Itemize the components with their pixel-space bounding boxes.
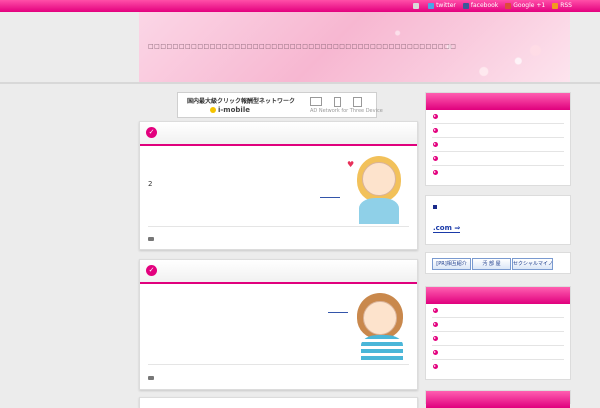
facebook-label: facebook bbox=[470, 2, 499, 9]
twitter-icon bbox=[428, 3, 435, 9]
banner-link[interactable]: 汚 部 屋 bbox=[472, 258, 511, 270]
post-header[interactable]: ✓ bbox=[140, 122, 417, 146]
arrow-bullet-icon bbox=[433, 336, 438, 341]
folder-icon[interactable] bbox=[148, 237, 154, 241]
post-card: ✓ bbox=[139, 259, 418, 390]
banner-row: [PR]相互紹介 汚 部 屋 セクシャルマイノリティ bbox=[425, 252, 571, 274]
widget-header bbox=[426, 93, 570, 110]
monitor-icon bbox=[310, 97, 322, 106]
heart-icon: ♥ bbox=[347, 160, 355, 169]
google-plus-link[interactable]: Google +1 bbox=[505, 0, 545, 12]
banner-link[interactable]: セクシャルマイノリティ bbox=[512, 258, 553, 270]
top-bar: twitter facebook Google +1 RSS bbox=[0, 0, 600, 12]
ad-subtitle: AD Network for Three Device bbox=[310, 108, 383, 114]
facebook-icon bbox=[462, 3, 469, 9]
mail-link[interactable] bbox=[413, 3, 421, 9]
facebook-link[interactable]: facebook bbox=[462, 0, 499, 12]
list-item[interactable] bbox=[432, 304, 564, 318]
post-footer bbox=[148, 226, 409, 249]
girl-illustration: ♥ bbox=[347, 154, 409, 224]
list-item[interactable] bbox=[432, 166, 564, 179]
list-item[interactable] bbox=[432, 346, 564, 360]
post-link[interactable] bbox=[320, 197, 340, 198]
social-links: twitter facebook Google +1 RSS bbox=[409, 0, 572, 12]
folder-icon[interactable] bbox=[148, 376, 154, 380]
arrow-bullet-icon bbox=[433, 114, 438, 119]
post-card bbox=[139, 397, 418, 408]
google-plus-icon bbox=[505, 3, 512, 9]
arrow-bullet-icon bbox=[433, 128, 438, 133]
arrow-bullet-icon bbox=[433, 322, 438, 327]
list-item[interactable] bbox=[432, 138, 564, 152]
check-icon: ✓ bbox=[146, 265, 157, 276]
site-header[interactable]: □□□□□□□□□□□□□□□□□□□□□□□□□□□□□□□□□□□□□□□□… bbox=[139, 12, 570, 83]
arrow-bullet-icon bbox=[433, 170, 438, 175]
list-item[interactable] bbox=[432, 152, 564, 166]
google-plus-label: Google +1 bbox=[513, 2, 546, 9]
arrow-bullet-icon bbox=[433, 350, 438, 355]
post-header[interactable]: ✓ bbox=[140, 260, 417, 284]
list-item[interactable] bbox=[432, 124, 564, 138]
twitter-link[interactable]: twitter bbox=[428, 0, 456, 12]
rss-link[interactable]: RSS bbox=[552, 0, 572, 12]
post-card: ✓ 2 ♥ bbox=[139, 121, 418, 250]
post-footer bbox=[148, 364, 409, 387]
tablet-icon bbox=[353, 97, 362, 107]
arrow-bullet-icon bbox=[433, 364, 438, 369]
list-item[interactable] bbox=[432, 360, 564, 373]
ad-brand: i-mobile bbox=[210, 106, 250, 114]
phone-icon bbox=[334, 97, 341, 107]
sidebar-widget bbox=[425, 390, 571, 408]
mail-icon bbox=[413, 3, 420, 9]
sidebar-widget-links: .com ⇒ bbox=[425, 195, 571, 245]
ad-banner[interactable]: 国内最大級クリック報酬型ネットワーク i-mobile AD Network f… bbox=[177, 92, 383, 118]
list-item[interactable] bbox=[432, 332, 564, 346]
post-text: 2 bbox=[148, 180, 153, 188]
twitter-label: twitter bbox=[436, 2, 456, 9]
rss-icon bbox=[552, 3, 559, 9]
sidebar-widget bbox=[425, 92, 571, 186]
sidebar-widget bbox=[425, 286, 571, 380]
arrow-bullet-icon bbox=[433, 156, 438, 161]
site-link[interactable]: .com ⇒ bbox=[433, 224, 461, 233]
site-description: □□□□□□□□□□□□□□□□□□□□□□□□□□□□□□□□□□□□□□□□… bbox=[148, 43, 457, 50]
arrow-bullet-icon bbox=[433, 142, 438, 147]
widget-header bbox=[426, 287, 570, 304]
rss-label: RSS bbox=[560, 2, 572, 9]
check-icon: ✓ bbox=[146, 127, 157, 138]
ad-title: 国内最大級クリック報酬型ネットワーク bbox=[187, 98, 296, 105]
banner-link[interactable]: [PR]相互紹介 bbox=[432, 258, 471, 270]
girl-illustration bbox=[351, 291, 411, 361]
widget-list bbox=[426, 304, 570, 373]
arrow-bullet-icon bbox=[433, 308, 438, 313]
post-link[interactable] bbox=[328, 312, 348, 313]
square-icon bbox=[433, 205, 437, 209]
list-item[interactable] bbox=[432, 110, 564, 124]
widget-list bbox=[426, 110, 570, 179]
header-divider bbox=[0, 82, 600, 84]
brand-logo-icon bbox=[210, 107, 216, 113]
list-item[interactable] bbox=[432, 318, 564, 332]
